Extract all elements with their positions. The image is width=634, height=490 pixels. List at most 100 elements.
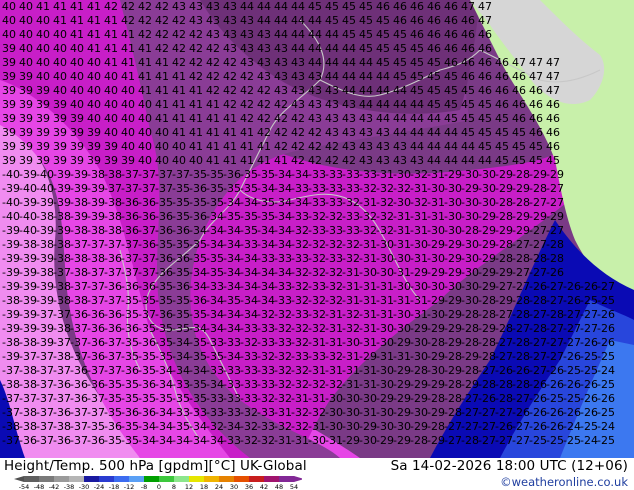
- contour-label: -37: [36, 308, 54, 321]
- contour-label: -29: [546, 210, 564, 223]
- contour-label: -34: [189, 322, 207, 335]
- contour-label: 42: [172, 56, 186, 69]
- contour-label: -35: [155, 322, 173, 335]
- contour-label: -35: [223, 210, 241, 223]
- contour-label: -32: [274, 378, 292, 391]
- contour-label: -29: [478, 280, 496, 293]
- contour-label: -38: [53, 210, 71, 223]
- contour-label: 46: [512, 84, 526, 97]
- contour-label: -30: [461, 280, 479, 293]
- contour-label: -34: [257, 280, 275, 293]
- contour-label: -36: [189, 182, 207, 195]
- contour-label: -27: [444, 420, 462, 433]
- contour-label: -36: [223, 168, 241, 181]
- contour-label: -37: [155, 168, 173, 181]
- contour-label: -27: [512, 266, 530, 279]
- contour-label: -30: [342, 336, 360, 349]
- contour-label: -34: [138, 434, 156, 447]
- contour-label: -31: [359, 252, 377, 265]
- contour-label: -36: [87, 308, 105, 321]
- contour-label: 43: [189, 14, 203, 27]
- contour-label: -28: [546, 308, 564, 321]
- contour-label: -34: [189, 434, 207, 447]
- contour-label: -37: [36, 378, 54, 391]
- contour-label: -32: [342, 196, 360, 209]
- contour-label: 39: [2, 70, 16, 83]
- contour-label: 44: [291, 42, 305, 55]
- contour-label: -28: [546, 252, 564, 265]
- contour-label: 40: [104, 98, 118, 111]
- contour-label: -33: [274, 336, 292, 349]
- contour-label: 46: [461, 14, 475, 27]
- contour-label: -36: [53, 406, 71, 419]
- contour-label: -34: [155, 434, 173, 447]
- contour-label: 43: [359, 112, 373, 125]
- contour-label: 43: [325, 126, 339, 139]
- contour-label: 47: [461, 0, 475, 13]
- contour-label: -26: [546, 420, 564, 433]
- colorbar-arrow-right: [294, 476, 302, 482]
- contour-label: 41: [104, 56, 118, 69]
- contour-label: -30: [376, 238, 394, 251]
- contour-label: 44: [376, 84, 390, 97]
- contour-label: 43: [342, 126, 356, 139]
- contour-label: 40: [2, 28, 16, 41]
- contour-label: -32: [291, 364, 309, 377]
- contour-label: -29: [444, 308, 462, 321]
- contour-label: 41: [121, 70, 135, 83]
- contour-label: 43: [223, 28, 237, 41]
- contour-label: -29: [529, 168, 547, 181]
- contour-label: -30: [427, 308, 445, 321]
- contour-label: -36: [87, 322, 105, 335]
- contour-label: -39: [19, 308, 37, 321]
- contour-label: -35: [172, 238, 190, 251]
- contour-label: -27: [444, 434, 462, 447]
- contour-label: -39: [2, 238, 20, 251]
- contour-label: -35: [257, 168, 275, 181]
- contour-label: -36: [70, 364, 88, 377]
- contour-label: 41: [87, 0, 101, 13]
- contour-label: -40: [19, 182, 37, 195]
- contour-label: -36: [87, 434, 105, 447]
- contour-label: -33: [291, 252, 309, 265]
- contour-label: -28: [495, 392, 513, 405]
- contour-label: 39: [36, 154, 50, 167]
- contour-label: 46: [495, 70, 509, 83]
- contour-label: -26: [580, 378, 598, 391]
- colorbar-swatch: [24, 476, 40, 482]
- contour-label: -29: [478, 224, 496, 237]
- contour-label: -37: [138, 308, 156, 321]
- contour-label: 46: [546, 112, 560, 125]
- contour-label: 44: [410, 98, 424, 111]
- contour-label: 46: [444, 42, 458, 55]
- contour-label: 44: [308, 56, 322, 69]
- contour-label: 39: [2, 42, 16, 55]
- contour-label: 39: [19, 70, 33, 83]
- contour-label: -39: [2, 280, 20, 293]
- contour-label: -31: [393, 350, 411, 363]
- contour-label: -26: [597, 336, 615, 349]
- contour-label: 45: [393, 42, 407, 55]
- colorbar-tick-label: 54: [290, 483, 298, 490]
- contour-label: -36: [121, 196, 139, 209]
- contour-label: -33: [291, 308, 309, 321]
- contour-label: 40: [138, 126, 152, 139]
- site-credit[interactable]: ©weatheronline.co.uk: [500, 475, 628, 489]
- contour-label: 39: [2, 84, 16, 97]
- contour-label: 40: [87, 98, 101, 111]
- contour-label: 40: [104, 126, 118, 139]
- contour-label: -39: [19, 252, 37, 265]
- contour-label: 44: [325, 42, 339, 55]
- contour-label: -39: [53, 224, 71, 237]
- colorbar-swatch: [39, 476, 55, 482]
- contour-label: 46: [427, 0, 441, 13]
- contour-label: 42: [206, 42, 220, 55]
- contour-label: -33: [257, 364, 275, 377]
- contour-label: -27: [546, 322, 564, 335]
- contour-label: -33: [189, 406, 207, 419]
- contour-label: 45: [359, 0, 373, 13]
- contour-label: -33: [206, 280, 224, 293]
- contour-label: -39: [36, 336, 54, 349]
- contour-label: -34: [223, 224, 241, 237]
- contour-label: 44: [257, 14, 271, 27]
